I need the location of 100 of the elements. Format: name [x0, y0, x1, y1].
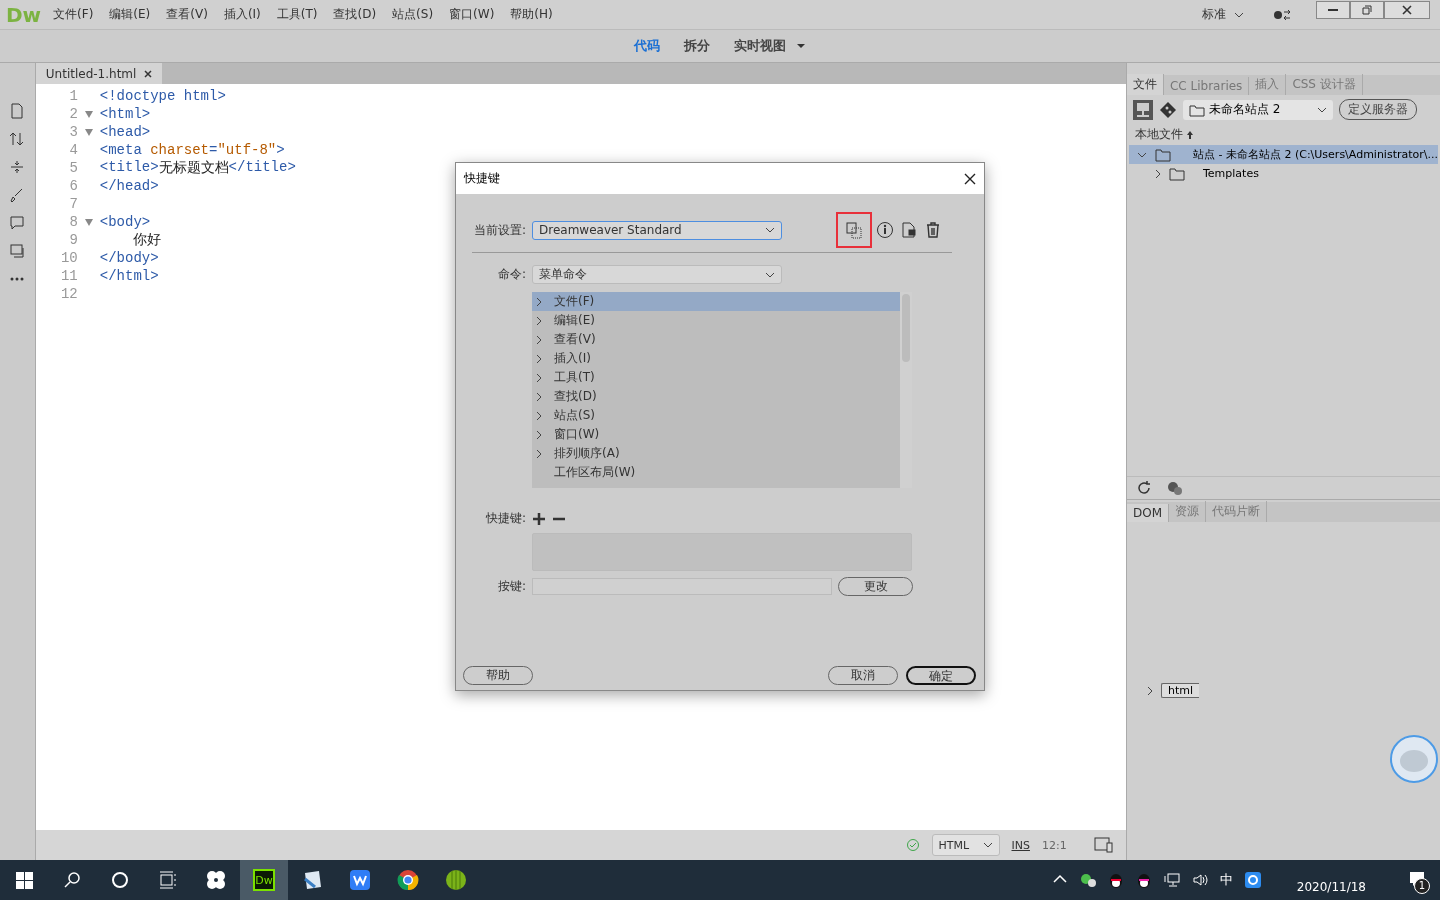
menu-item[interactable]: 文件(F): [53, 6, 94, 23]
task-view-icon[interactable]: [159, 871, 177, 889]
chevron-icon[interactable]: [1154, 168, 1161, 179]
tree-row[interactable]: 站点 - 未命名站点 2 (C:\Users\Administrator\...: [1128, 145, 1438, 164]
minimize-button[interactable]: [1316, 0, 1350, 19]
fold-icon[interactable]: [84, 128, 93, 136]
git-icon[interactable]: [1158, 100, 1177, 119]
penguin-icon[interactable]: [1135, 872, 1152, 888]
check-icon[interactable]: [905, 838, 920, 852]
network-icon[interactable]: [1163, 872, 1180, 888]
close-icon[interactable]: [144, 69, 153, 78]
chat-app-icon[interactable]: [1079, 872, 1096, 888]
volume-icon[interactable]: [1191, 872, 1208, 888]
site-select[interactable]: 未命名站点 2: [1182, 99, 1333, 120]
command-item[interactable]: 站点(S): [532, 406, 900, 425]
code-text: <head>: [99, 124, 151, 140]
menu-item[interactable]: 帮助(H): [510, 6, 553, 23]
settings-select[interactable]: Dreamweaver Standard: [532, 220, 782, 240]
line-number: 1: [68, 88, 78, 104]
q-app-icon[interactable]: [1244, 872, 1261, 888]
command-item[interactable]: 工作区布局(W): [532, 463, 900, 482]
windows-start-icon[interactable]: [14, 870, 34, 890]
duplicate-icon[interactable]: [845, 221, 863, 239]
comment-icon[interactable]: [9, 215, 26, 231]
add-icon[interactable]: [532, 511, 546, 526]
command-item[interactable]: 插入(I): [532, 349, 900, 368]
transfer-icon[interactable]: [9, 131, 26, 147]
chevron-icon[interactable]: [536, 334, 542, 345]
browser-icon[interactable]: [397, 869, 419, 891]
dreamweaver-icon[interactable]: Dw: [253, 869, 275, 891]
define-server-button[interactable]: 定义服务器: [1338, 99, 1417, 120]
command-select[interactable]: 菜单命令: [532, 265, 782, 284]
chevron-icon[interactable]: [536, 353, 542, 364]
folder-icon[interactable]: [1168, 165, 1185, 182]
refresh-icon[interactable]: [1136, 479, 1153, 496]
document-app-icon[interactable]: [349, 869, 371, 891]
document-tab[interactable]: Untitled-1.html: [35, 63, 163, 84]
chevron-icon[interactable]: [536, 372, 542, 383]
language-select[interactable]: HTML: [931, 834, 1000, 856]
sort-up-icon[interactable]: [1185, 129, 1194, 140]
chevron-icon[interactable]: [536, 296, 542, 307]
chevron-icon[interactable]: [536, 448, 542, 459]
system-date[interactable]: 2020/11/18: [1296, 866, 1366, 894]
menu-item[interactable]: 编辑(E): [109, 6, 151, 23]
command-item[interactable]: 查找(D): [532, 387, 900, 406]
document-icon[interactable]: [900, 221, 918, 239]
ok-button[interactable]: 确定: [906, 666, 976, 685]
fan-icon[interactable]: [205, 869, 227, 891]
code-text: <html>: [99, 106, 151, 122]
chevron-icon[interactable]: [536, 391, 542, 402]
view-tab[interactable]: 拆分: [684, 37, 710, 55]
server-icon[interactable]: [1132, 99, 1153, 120]
menu-item[interactable]: 插入(I): [223, 6, 261, 23]
command-item[interactable]: 查看(V): [532, 330, 900, 349]
command-item[interactable]: 文件(F): [532, 292, 900, 311]
command-item[interactable]: 编辑(E): [532, 311, 900, 330]
code-comment-icon[interactable]: [9, 243, 26, 259]
fold-icon[interactable]: [84, 110, 93, 118]
info-icon[interactable]: [876, 221, 894, 239]
chevron-icon[interactable]: [536, 315, 542, 326]
insert-mode[interactable]: INS: [1011, 838, 1030, 852]
melon-icon[interactable]: [445, 869, 467, 891]
panel-tab[interactable]: 文件: [1126, 74, 1164, 95]
command-item[interactable]: 排列顺序(A): [532, 444, 900, 463]
input-method-indicator[interactable]: 中: [1219, 871, 1233, 889]
trash-icon[interactable]: [924, 221, 942, 239]
code-text: <meta charset="utf-8">: [99, 142, 285, 158]
dom-node[interactable]: html: [1160, 683, 1200, 699]
notepad-icon[interactable]: [301, 869, 323, 891]
chevron-icon[interactable]: [536, 410, 542, 421]
close-button[interactable]: [1384, 0, 1430, 19]
fold-icon[interactable]: [84, 218, 93, 226]
search-icon[interactable]: [63, 871, 81, 889]
menu-item[interactable]: 查找(D): [333, 6, 377, 23]
code-text: <!doctype html>: [99, 88, 226, 104]
new-file-icon[interactable]: [9, 103, 26, 119]
chevron-icon[interactable]: [536, 429, 542, 440]
folder-icon[interactable]: [1188, 102, 1205, 117]
command-item[interactable]: 工具(T): [532, 368, 900, 387]
line-number: 10: [59, 250, 78, 266]
preview-device-icon[interactable]: [1093, 836, 1114, 854]
menu-item[interactable]: 工具(T): [276, 6, 318, 23]
folder-icon[interactable]: [1154, 146, 1171, 163]
tree-row[interactable]: Templates: [1128, 164, 1438, 183]
chevron-icon[interactable]: [1146, 685, 1153, 696]
cortana-icon[interactable]: [111, 871, 129, 889]
menu-item[interactable]: 查看(V): [166, 6, 208, 23]
panel-tab[interactable]: DOM: [1126, 503, 1169, 522]
sync-icon[interactable]: [1166, 479, 1183, 496]
menu-item[interactable]: 站点(S): [392, 6, 434, 23]
menu-item[interactable]: 窗口(W): [449, 6, 495, 23]
command-item[interactable]: 窗口(W): [532, 425, 900, 444]
close-icon[interactable]: [964, 172, 976, 185]
expanded-icon[interactable]: [1136, 151, 1147, 158]
column-header[interactable]: 本地文件: [1134, 126, 1183, 143]
field-label: 按键:: [496, 578, 526, 595]
workspace-switcher[interactable]: 标准: [1202, 6, 1244, 23]
view-tab[interactable]: 实时视图: [734, 37, 806, 55]
penguin-icon[interactable]: [1107, 872, 1124, 888]
expand-icon[interactable]: [9, 159, 26, 175]
